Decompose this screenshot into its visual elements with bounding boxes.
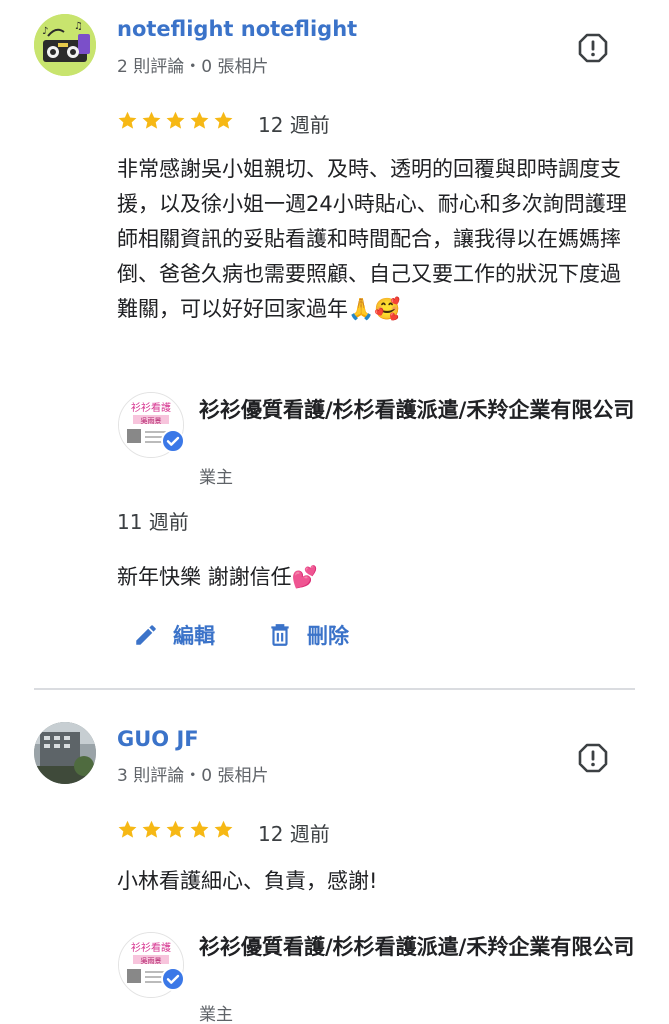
- owner-logo-subtext: 吳雨景: [141, 957, 162, 965]
- star-icon: [166, 820, 185, 838]
- star-rating: [117, 819, 234, 840]
- owner-role: 業主: [199, 468, 233, 488]
- review-time: 12 週前: [258, 822, 330, 846]
- star-icon: [190, 111, 209, 129]
- owner-name: 衫衫優質看護/杉杉看護派遣/禾羚企業有限公司: [199, 935, 635, 959]
- owner-logo-subtext: 吳雨景: [141, 417, 162, 425]
- reviewer-meta: 2 則評論・0 張相片: [117, 57, 269, 77]
- boombox-avatar-icon: ♪ ♫: [34, 14, 96, 76]
- star-icon: [190, 820, 209, 838]
- owner-reply-text: 新年快樂 謝謝信任💕: [117, 565, 318, 589]
- delete-button[interactable]: 刪除: [267, 620, 349, 650]
- review-text: 非常感謝吳小姐親切、及時、透明的回覆與即時調度支援，以及徐小姐一週24小時貼心、…: [117, 157, 627, 321]
- svg-text:♪: ♪: [42, 26, 48, 37]
- delete-label: 刪除: [307, 624, 349, 648]
- owner-logo-text: 衫衫看護: [131, 401, 171, 414]
- report-flag-icon[interactable]: [577, 32, 609, 64]
- review-text: 小林看護細心、負責，感謝!: [117, 869, 378, 893]
- star-icon: [214, 820, 233, 838]
- star-icon: [142, 820, 161, 838]
- review-divider: [34, 688, 635, 690]
- reviewer-name[interactable]: GUO JF: [117, 727, 199, 751]
- pencil-icon: [136, 625, 156, 645]
- reply-time: 11 週前: [117, 510, 189, 534]
- star-rating: [117, 110, 234, 131]
- building-photo-avatar-icon: [34, 722, 96, 784]
- verified-check-icon: [161, 429, 185, 453]
- trash-icon: [271, 624, 289, 646]
- star-icon: [214, 111, 233, 129]
- review-time: 12 週前: [258, 113, 330, 137]
- svg-text:♫: ♫: [74, 21, 83, 32]
- verified-check-icon: [161, 967, 185, 991]
- owner-role: 業主: [199, 1005, 233, 1024]
- reviewer-avatar[interactable]: ♪ ♫: [34, 14, 96, 76]
- owner-name: 衫衫優質看護/杉杉看護派遣/禾羚企業有限公司: [199, 398, 635, 422]
- reviewer-meta: 3 則評論・0 張相片: [117, 766, 269, 786]
- edit-label: 編輯: [173, 624, 215, 648]
- owner-logo-text: 衫衫看護: [131, 941, 171, 954]
- star-icon: [118, 111, 137, 129]
- edit-button[interactable]: 編輯: [133, 620, 215, 650]
- reviewer-name[interactable]: noteflight noteflight: [117, 17, 357, 41]
- report-flag-icon[interactable]: [577, 742, 609, 774]
- star-icon: [142, 111, 161, 129]
- star-icon: [118, 820, 137, 838]
- reviewer-avatar[interactable]: [34, 722, 96, 784]
- star-icon: [166, 111, 185, 129]
